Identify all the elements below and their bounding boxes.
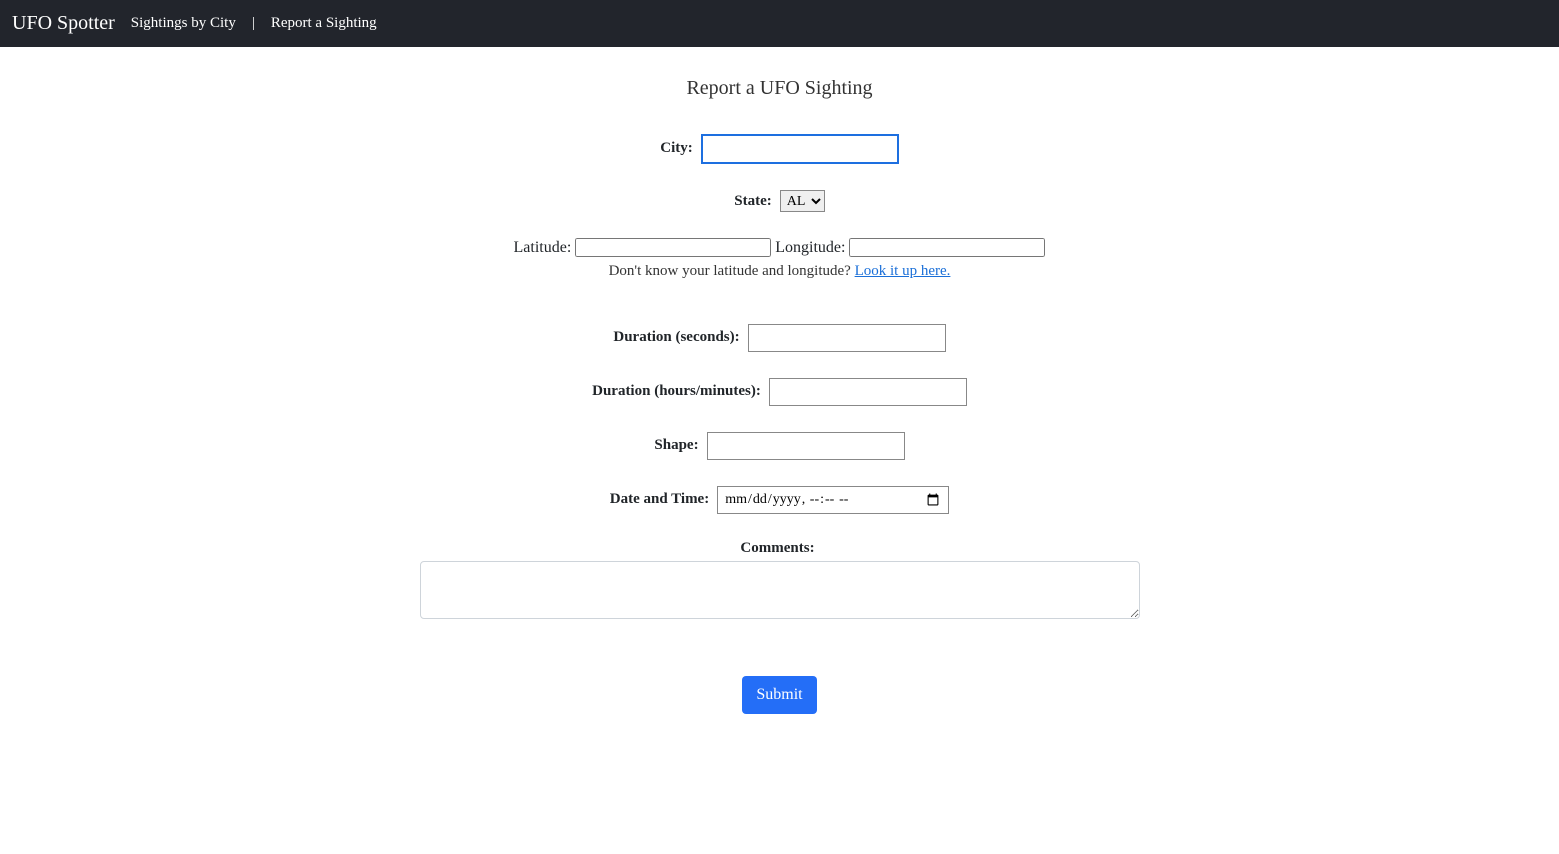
lat-lon-row: Latitude: Longitude: [20,238,1539,257]
duration-seconds-input[interactable] [748,324,946,352]
longitude-input[interactable] [849,238,1045,257]
submit-button[interactable]: Submit [742,676,816,714]
state-select[interactable]: AL [780,190,825,212]
brand[interactable]: UFO Spotter [12,12,115,35]
duration-hm-row: Duration (hours/minutes): [20,378,1539,406]
city-row: City: [20,134,1539,164]
comments-label: Comments: [20,540,1535,557]
latlon-lookup-link[interactable]: Look it up here. [855,263,951,279]
shape-input[interactable] [707,432,905,460]
lat-lon-section: Latitude: Longitude: Don't know your lat… [20,238,1539,280]
duration-hm-label: Duration (hours/minutes): [592,383,761,399]
shape-label: Shape: [654,437,698,453]
datetime-input[interactable] [717,486,949,514]
latitude-label: Latitude: [514,239,572,256]
longitude-label: Longitude: [775,239,845,256]
duration-seconds-label: Duration (seconds): [613,329,739,345]
state-label: State: [734,193,772,209]
main-content: Report a UFO Sighting City: State: AL La… [0,47,1559,744]
datetime-label: Date and Time: [610,491,709,507]
latlon-hint-text: Don't know your latitude and longitude? [609,263,855,279]
nav-link-sightings-by-city[interactable]: Sightings by City [131,15,236,32]
latitude-input[interactable] [575,238,771,257]
nav-link-report-sighting[interactable]: Report a Sighting [271,15,377,32]
city-input[interactable] [701,134,899,164]
state-row: State: AL [20,190,1539,212]
navbar: UFO Spotter Sightings by City | Report a… [0,0,1559,47]
nav-separator: | [252,15,255,32]
page-title: Report a UFO Sighting [20,77,1539,100]
duration-hm-input[interactable] [769,378,967,406]
comments-row: Comments: [20,540,1539,624]
datetime-row: Date and Time: [20,486,1539,514]
comments-textarea[interactable] [420,561,1140,619]
duration-seconds-row: Duration (seconds): [20,324,1539,352]
latlon-hint: Don't know your latitude and longitude? … [20,263,1539,280]
shape-row: Shape: [20,432,1539,460]
city-label: City: [660,140,693,156]
